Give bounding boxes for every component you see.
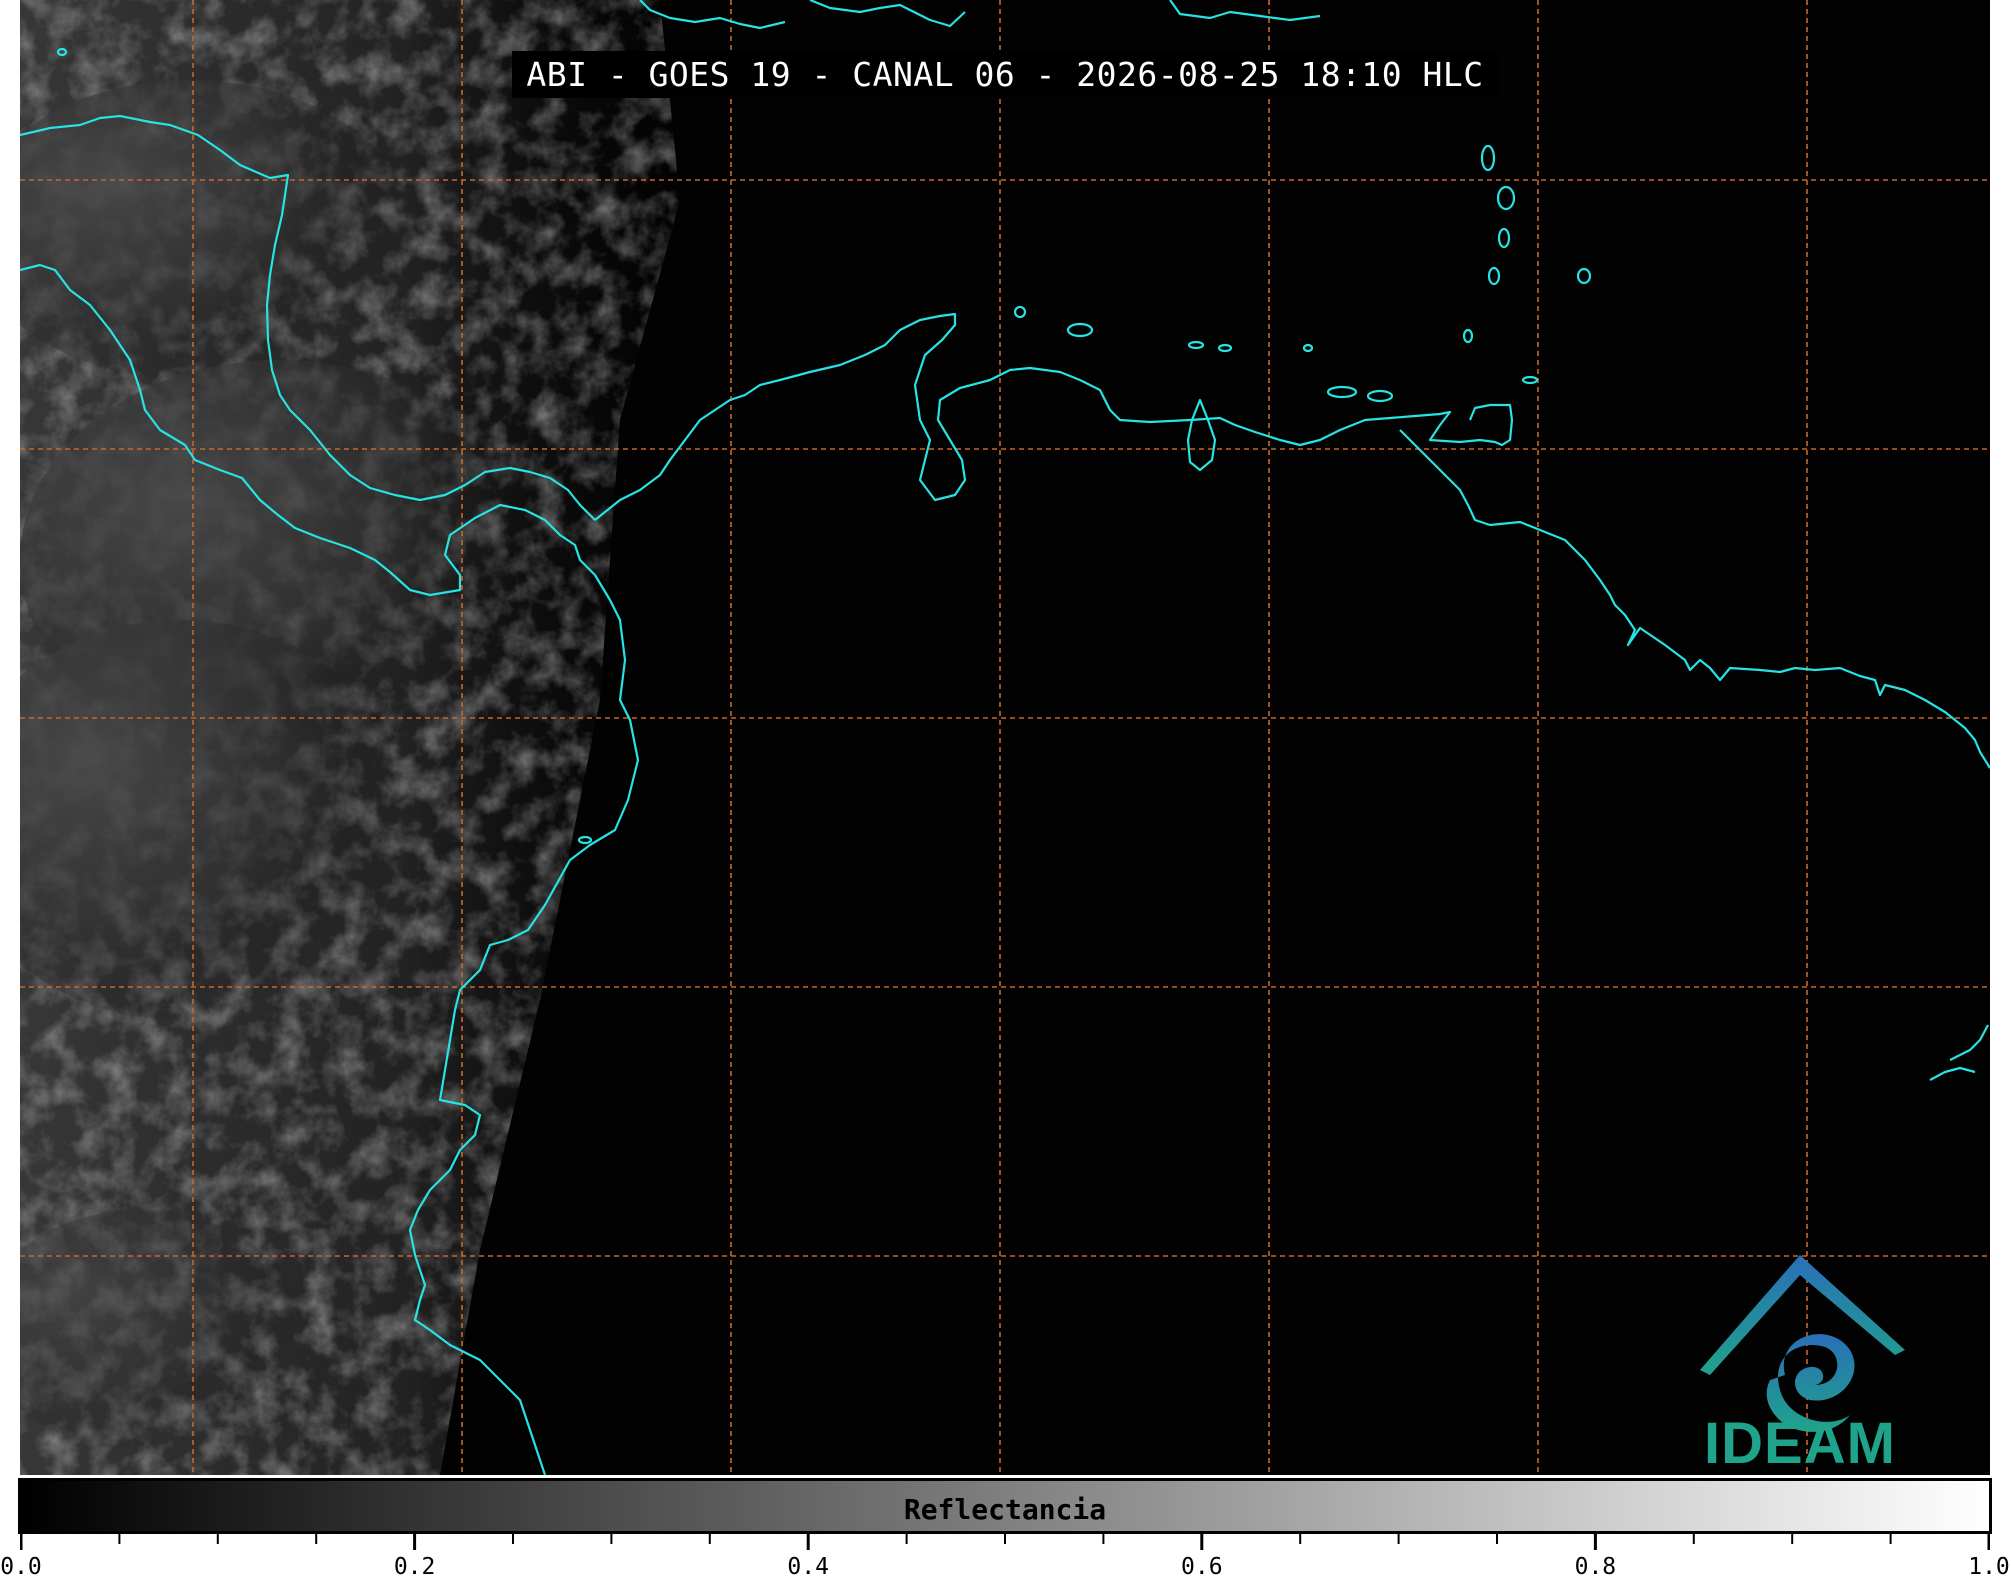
tick-label: 0.2 — [393, 1554, 436, 1580]
ideam-logo-text: IDEAM — [1704, 1411, 1896, 1475]
colorbar: Reflectancia — [18, 1478, 1992, 1534]
colorbar-ticks — [20, 1534, 1990, 1550]
colorbar-label: Reflectancia — [903, 1493, 1107, 1526]
map-title: ABI - GOES 19 - CANAL 06 - 2026-08-25 18… — [20, 51, 1990, 98]
satellite-map[interactable]: ABI - GOES 19 - CANAL 06 - 2026-08-25 18… — [20, 0, 1990, 1475]
tick-label: 0.8 — [1574, 1554, 1617, 1580]
tick-label: 0.4 — [787, 1554, 829, 1580]
tick-label: 0.6 — [1181, 1554, 1223, 1580]
tick-label: 1.0 — [1968, 1554, 2010, 1580]
map-canvas — [20, 0, 1990, 1475]
tick-label: 0.0 — [0, 1554, 42, 1580]
